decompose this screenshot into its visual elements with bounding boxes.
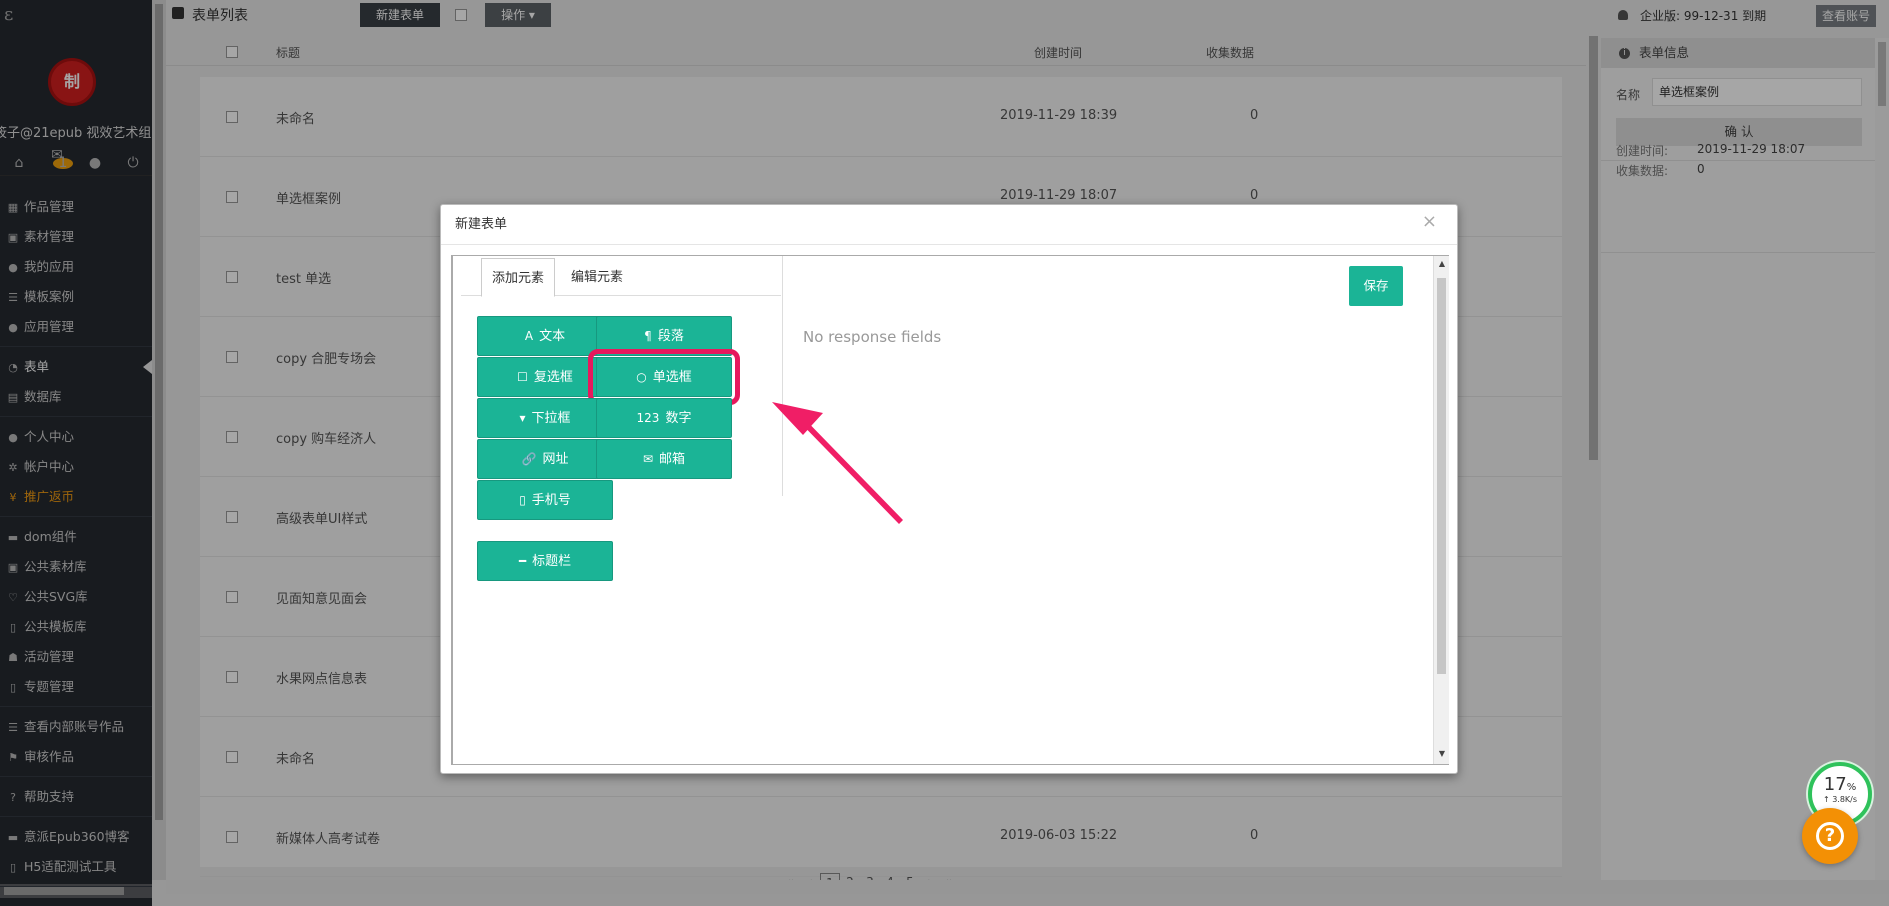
dropdown-element-button[interactable]: ▾ 下拉框 <box>477 398 613 438</box>
number-icon: 123 <box>636 411 660 425</box>
element-palette: 添加元素 编辑元素 A 文本 ¶ 段落 ☐ 复选框 ○ 单选框 ▾ 下拉框 123 数字 🔗 网址 ✉ 邮箱 ▯… <box>453 256 783 581</box>
empty-fields-message: No response fields <box>803 328 942 346</box>
scrollbar-thumb[interactable] <box>1437 278 1446 674</box>
element-button-label: 标题栏 <box>532 554 572 569</box>
mobile-icon: ▯ <box>519 493 526 507</box>
text-element-button[interactable]: A 文本 <box>477 316 613 356</box>
palette-tabs: 添加元素 编辑元素 <box>461 256 781 297</box>
phone-element-button[interactable]: ▯ 手机号 <box>477 480 613 520</box>
url-element-button[interactable]: 🔗 网址 <box>477 439 613 479</box>
help-button[interactable]: ? <box>1802 808 1858 864</box>
element-button-label: 文本 <box>539 329 566 344</box>
radio-element-button[interactable]: ○ 单选框 <box>588 349 740 405</box>
checkbox-icon: ☐ <box>517 370 528 384</box>
email-element-button[interactable]: ✉ 邮箱 <box>596 439 732 479</box>
close-icon[interactable]: × <box>1422 211 1437 232</box>
speed-percent: 17% <box>1812 774 1868 795</box>
form-builder: 添加元素 编辑元素 A 文本 ¶ 段落 ☐ 复选框 ○ 单选框 ▾ 下拉框 123 数字 🔗 网址 ✉ 邮箱 ▯… <box>451 255 1449 765</box>
caret-down-icon: ▾ <box>519 411 526 425</box>
element-button-label: 网址 <box>542 452 569 467</box>
scroll-down-icon[interactable]: ▼ <box>1436 749 1448 761</box>
save-button[interactable]: 保存 <box>1349 266 1403 306</box>
minus-icon: ━ <box>518 554 527 568</box>
tab-add-element[interactable]: 添加元素 <box>481 258 556 297</box>
element-button-label: 下拉框 <box>531 411 571 426</box>
element-button-label: 段落 <box>657 329 684 344</box>
element-button-label: 邮箱 <box>659 452 686 467</box>
new-form-dialog: 新建表单 × 添加元素 编辑元素 A 文本 ¶ 段落 ☐ 复选框 ○ 单选框 ▾ 下拉框 123 数字… <box>440 204 1458 774</box>
dialog-title: 新建表单 <box>441 205 1457 245</box>
link-icon: 🔗 <box>521 452 537 466</box>
paragraph-element-button[interactable]: ¶ 段落 <box>596 316 732 356</box>
checkbox-element-button[interactable]: ☐ 复选框 <box>477 357 613 397</box>
heading-element-button[interactable]: ━ 标题栏 <box>477 541 613 581</box>
element-button-label: 手机号 <box>531 493 571 508</box>
scroll-up-icon[interactable]: ▲ <box>1436 259 1448 271</box>
element-button-label: 数字 <box>665 411 692 426</box>
tab-edit-element[interactable]: 编辑元素 <box>561 258 633 297</box>
dialog-scrollbar[interactable]: ▲ ▼ <box>1433 256 1449 764</box>
text-icon: A <box>524 329 534 343</box>
speed-rate: ↑ 3.8K/s <box>1822 795 1858 804</box>
number-element-button[interactable]: 123 数字 <box>596 398 732 438</box>
question-icon: ? <box>1816 822 1844 850</box>
speed-percent-value: 17 <box>1823 774 1847 795</box>
element-button-label: 单选框 <box>652 370 692 385</box>
element-button-label: 复选框 <box>533 370 573 385</box>
paragraph-icon: ¶ <box>644 329 652 343</box>
envelope-icon: ✉ <box>642 452 654 466</box>
radio-icon: ○ <box>636 370 647 384</box>
speed-percent-unit: % <box>1846 782 1857 793</box>
